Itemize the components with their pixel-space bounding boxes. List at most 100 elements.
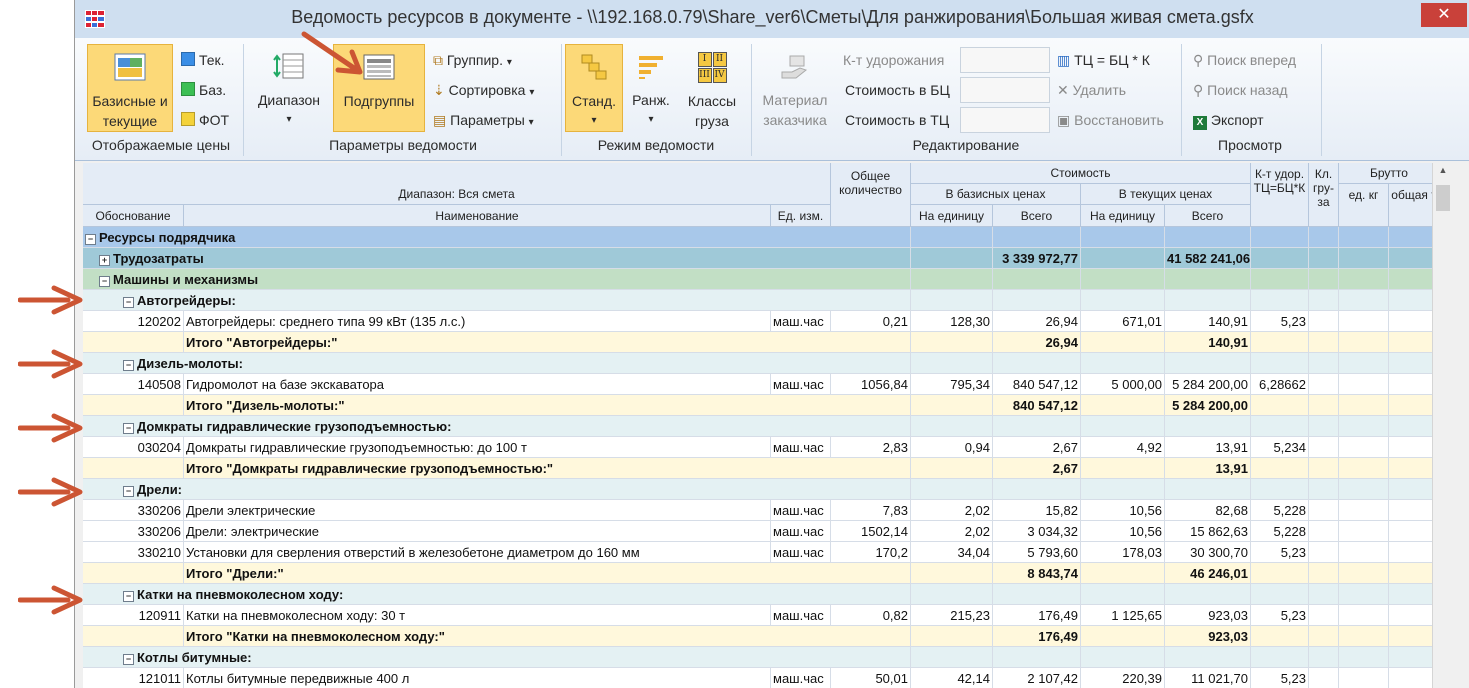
cur-total-cell: 15 862,63 xyxy=(1165,521,1251,542)
group-row[interactable]: − Катки на пневмоколесном ходу: xyxy=(83,584,1432,605)
sort-button[interactable]: ⇣ Сортировка ▾ xyxy=(433,80,534,100)
close-button[interactable]: ✕ xyxy=(1421,3,1467,27)
collapse-icon[interactable]: − xyxy=(123,423,134,434)
group-row[interactable]: − Автогрейдеры: xyxy=(83,290,1432,311)
header-cost: Стоимость xyxy=(911,163,1251,184)
base-toggle[interactable]: Баз. xyxy=(181,80,226,100)
coef-cell: 5,23 xyxy=(1251,311,1309,332)
brutto-unit-cell xyxy=(1339,311,1389,332)
expand-icon[interactable]: + xyxy=(99,255,110,266)
cargo-classes-button[interactable]: I II III IV Классы груза xyxy=(679,44,745,132)
empty-cell xyxy=(1389,647,1432,668)
total-row[interactable]: Итого "Катки на пневмоколесном ходу:" 176… xyxy=(83,626,1432,647)
table-row[interactable]: 330206 Дрели: электрические маш.час 1502,14… xyxy=(83,521,1432,542)
group-row[interactable]: − Дрели: xyxy=(83,479,1432,500)
total-label: Итого "Дизель-молоты:" xyxy=(184,395,911,416)
brutto-unit-cell xyxy=(1339,542,1389,563)
header-base-total[interactable]: Всего xyxy=(993,205,1081,227)
empty-cell xyxy=(911,647,993,668)
standard-mode-button[interactable]: Станд. ▾ xyxy=(565,44,623,132)
search-forward-button[interactable]: ⚲ Поиск вперед xyxy=(1193,50,1296,70)
header-cargo[interactable]: Кл. гру-за xyxy=(1309,163,1339,227)
total-row[interactable]: Итого "Дрели:" 8 843,74 46 246,01 xyxy=(83,563,1432,584)
collapse-icon[interactable]: − xyxy=(99,276,110,287)
fot-toggle[interactable]: ФОТ xyxy=(181,110,229,130)
collapse-icon[interactable]: − xyxy=(123,486,134,497)
header-qty[interactable]: Общее количество xyxy=(831,163,911,227)
header-brutto-total[interactable]: общая т xyxy=(1389,184,1432,227)
table-row[interactable]: 140508 Гидромолот на базе экскаватора маш.… xyxy=(83,374,1432,395)
table-row[interactable]: 330206 Дрели электрические маш.час 7,83 2,02… xyxy=(83,500,1432,521)
coef-cell xyxy=(1251,458,1309,479)
brutto-total-cell xyxy=(1389,542,1432,563)
excel-icon: X xyxy=(1193,116,1207,130)
group-row[interactable]: + Трудозатраты 3 339 972,77 41 582 241,06 xyxy=(83,248,1432,269)
scroll-thumb[interactable] xyxy=(1436,185,1450,211)
collapse-icon[interactable]: − xyxy=(123,360,134,371)
cur-unit-cell: 178,03 xyxy=(1081,542,1165,563)
group-label: Группир. xyxy=(446,52,503,68)
collapse-icon[interactable]: − xyxy=(123,297,134,308)
header-cur-per-unit[interactable]: На единицу xyxy=(1081,205,1165,227)
resources-grid: Диапазон: Вся смета Обоснование Наименов… xyxy=(83,163,1432,688)
ribbon-separator xyxy=(1321,44,1322,156)
annotation-arrow-icon xyxy=(18,585,83,615)
app-grid-icon[interactable] xyxy=(85,10,105,28)
coef-field[interactable] xyxy=(960,47,1050,73)
code-cell: 030204 xyxy=(83,437,184,458)
base-total-cell: 3 034,32 xyxy=(993,521,1081,542)
empty-cell xyxy=(1081,479,1165,500)
group-row[interactable]: − Машины и механизмы xyxy=(83,269,1432,290)
header-coef[interactable]: К-т удор. ТЦ=БЦ*К xyxy=(1251,163,1309,227)
params-button[interactable]: ▤ Параметры ▾ xyxy=(433,110,534,130)
header-cur-total[interactable]: Всего xyxy=(1165,205,1251,227)
collapse-icon[interactable]: − xyxy=(85,234,96,245)
empty-cell xyxy=(1309,248,1339,269)
table-row[interactable]: 120911 Катки на пневмоколесном ходу: 30 т… xyxy=(83,605,1432,626)
empty-cell xyxy=(1165,353,1251,374)
group-row[interactable]: − Домкраты гидравлические грузоподъемност… xyxy=(83,416,1432,437)
table-row[interactable]: 330210 Установки для сверления отверстий … xyxy=(83,542,1432,563)
cost-tc-field[interactable] xyxy=(960,107,1050,133)
header-base-per-unit[interactable]: На единицу xyxy=(911,205,993,227)
group-row[interactable]: − Ресурсы подрядчика xyxy=(83,227,1432,248)
scroll-up-icon[interactable]: ▲ xyxy=(1433,165,1453,175)
group-row[interactable]: − Котлы битумные: xyxy=(83,647,1432,668)
base-unit-cell: 42,14 xyxy=(911,668,993,688)
total-row[interactable]: Итого "Автогрейдеры:" 26,94 140,91 xyxy=(83,332,1432,353)
group-name: Трудозатраты xyxy=(113,251,204,266)
total-row[interactable]: Итого "Домкраты гидравлические грузоподъ… xyxy=(83,458,1432,479)
table-row[interactable]: 121011 Котлы битумные передвижные 400 л ма… xyxy=(83,668,1432,688)
base-unit-cell: 0,94 xyxy=(911,437,993,458)
material-hand-icon xyxy=(781,55,808,79)
group-row[interactable]: − Дизель-молоты: xyxy=(83,353,1432,374)
unit-cell: маш.час xyxy=(771,311,831,332)
collapse-icon[interactable]: − xyxy=(123,654,134,665)
group-by-button[interactable]: ⧉ Группир. ▾ xyxy=(433,50,512,70)
delete-button[interactable]: ✕ Удалить xyxy=(1057,80,1126,100)
collapse-icon[interactable]: − xyxy=(123,591,134,602)
header-unit[interactable]: Ед. изм. xyxy=(771,205,831,227)
header-brutto-unit[interactable]: ед. кг xyxy=(1339,184,1389,227)
vertical-scrollbar[interactable]: ▲ xyxy=(1432,163,1453,688)
table-row[interactable]: 030204 Домкраты гидравлические грузоподъе… xyxy=(83,437,1432,458)
customer-material-button[interactable]: Материал заказчика xyxy=(755,44,835,132)
export-button[interactable]: X Экспорт xyxy=(1193,110,1264,130)
empty-cell xyxy=(911,290,993,311)
total-row[interactable]: Итого "Дизель-молоты:" 840 547,12 5 284 20… xyxy=(83,395,1432,416)
restore-button[interactable]: ▣ Восстановить xyxy=(1057,110,1164,130)
coef-cell: 5,23 xyxy=(1251,605,1309,626)
header-code[interactable]: Обоснование xyxy=(83,205,184,227)
search-back-button[interactable]: ⚲ Поиск назад xyxy=(1193,80,1288,100)
header-name[interactable]: Наименование xyxy=(184,205,771,227)
current-toggle[interactable]: Тек. xyxy=(181,50,225,70)
total-label: Итого "Катки на пневмоколесном ходу:" xyxy=(184,626,911,647)
cost-bc-field[interactable] xyxy=(960,77,1050,103)
table-row[interactable]: 120202 Автогрейдеры: среднего типа 99 кВт… xyxy=(83,311,1432,332)
rank-mode-button[interactable]: Ранж. ▾ xyxy=(627,44,675,132)
base-current-button[interactable]: Базисные и текущие xyxy=(87,44,173,132)
empty-cell xyxy=(1339,269,1389,290)
formula-button[interactable]: ▥ ТЦ = БЦ * К xyxy=(1057,50,1150,70)
unit-cell: маш.час xyxy=(771,542,831,563)
range-label: Диапазон xyxy=(257,92,321,108)
